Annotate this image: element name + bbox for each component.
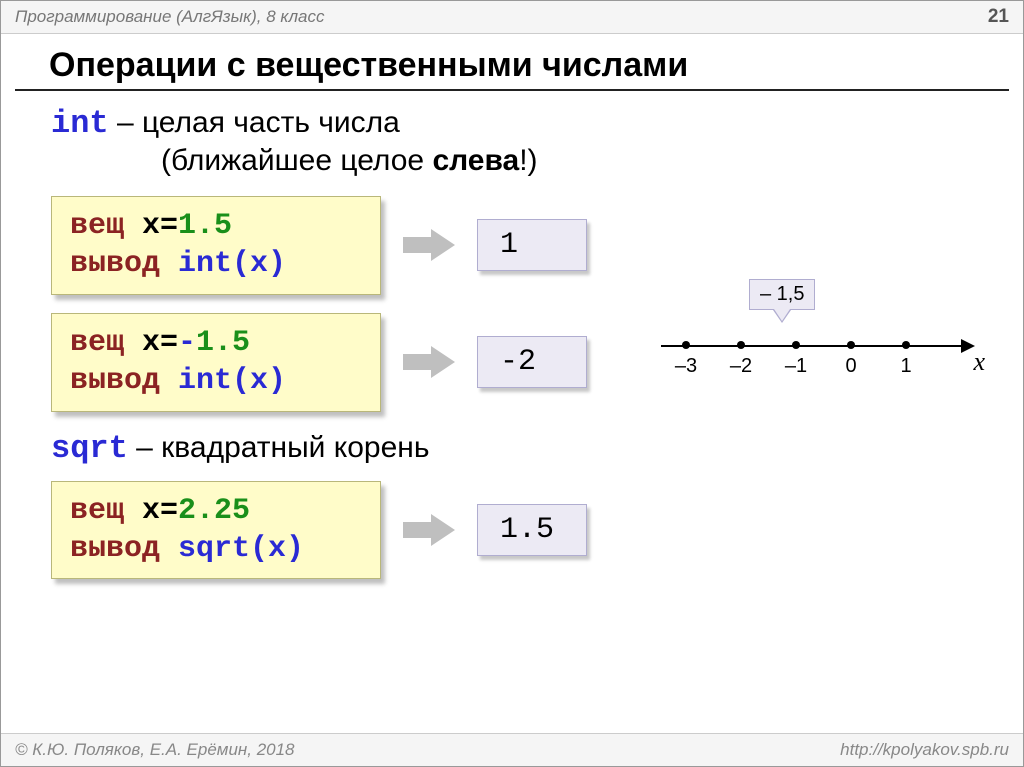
code-num: 1.5	[196, 326, 250, 360]
tick-dot	[847, 341, 855, 349]
sqrt-section-label: sqrt – квадратный корень	[51, 430, 973, 467]
intro-bold: слева	[432, 144, 519, 177]
numline-callout: – 1,5	[749, 279, 815, 310]
intro-text-1: – целая часть числа	[109, 106, 400, 139]
tick-label: 0	[845, 355, 856, 378]
code-kw: вещ	[70, 494, 124, 528]
code-kw: вещ	[70, 209, 124, 243]
tick-dot	[902, 341, 910, 349]
code-num: 1.5	[178, 209, 232, 243]
code-text: x=	[124, 326, 178, 360]
breadcrumb: Программирование (АлгЯзык), 8 класс	[15, 7, 325, 27]
result-box-3: 1.5	[477, 504, 587, 556]
code-func: int(x)	[178, 364, 286, 398]
tick-label: –1	[785, 355, 807, 378]
code-box-1: вещ x=1.5 вывод int(x)	[51, 196, 381, 295]
arrow-icon	[403, 348, 455, 376]
code-kw: вывод	[70, 247, 178, 281]
number-line: – 1,5 –3 –2 –1 0 1 x	[661, 321, 1011, 371]
keyword-int: int	[51, 105, 109, 142]
code-neg: -	[178, 326, 196, 360]
code-kw: вывод	[70, 364, 178, 398]
footer-author: © К.Ю. Поляков, Е.А. Ерёмин, 2018	[15, 740, 295, 760]
example-row-1: вещ x=1.5 вывод int(x) 1	[51, 196, 973, 295]
page-number: 21	[988, 6, 1009, 28]
sqrt-label-text: – квадратный корень	[128, 431, 430, 464]
tick-label: –2	[730, 355, 752, 378]
code-num: 2.25	[178, 494, 250, 528]
tick-label: 1	[900, 355, 911, 378]
intro-line-2: (ближайшее целое слева!)	[161, 144, 973, 178]
result-box-2: -2	[477, 336, 587, 388]
axis-line	[661, 345, 963, 347]
tick-dot	[682, 341, 690, 349]
tick-dot	[792, 341, 800, 349]
footer-url: http://kpolyakov.spb.ru	[840, 740, 1009, 760]
tick-dot	[737, 341, 745, 349]
intro-line-1: int – целая часть числа	[51, 105, 973, 142]
code-text: x=	[124, 209, 178, 243]
code-box-2: вещ x=-1.5 вывод int(x)	[51, 313, 381, 412]
keyword-sqrt: sqrt	[51, 430, 128, 467]
header-bar: Программирование (АлгЯзык), 8 класс 21	[1, 1, 1023, 34]
code-box-3: вещ x=2.25 вывод sqrt(x)	[51, 481, 381, 580]
page-title: Операции с вещественными числами	[15, 34, 1009, 91]
code-func: sqrt(x)	[178, 532, 304, 566]
code-kw: вывод	[70, 532, 178, 566]
code-text: x=	[124, 494, 178, 528]
result-box-1: 1	[477, 219, 587, 271]
arrow-icon	[403, 516, 455, 544]
arrow-icon	[403, 231, 455, 259]
numline-axis: –3 –2 –1 0 1 x	[661, 321, 981, 371]
example-row-3: вещ x=2.25 вывод sqrt(x) 1.5	[51, 481, 973, 580]
tick-label: –3	[675, 355, 697, 378]
intro-text-2a: (ближайшее целое	[161, 144, 432, 177]
code-func: int(x)	[178, 247, 286, 281]
intro-text-2b: !)	[519, 144, 537, 177]
footer-bar: © К.Ю. Поляков, Е.А. Ерёмин, 2018 http:/…	[1, 733, 1023, 766]
code-kw: вещ	[70, 326, 124, 360]
axis-variable: x	[973, 347, 985, 377]
